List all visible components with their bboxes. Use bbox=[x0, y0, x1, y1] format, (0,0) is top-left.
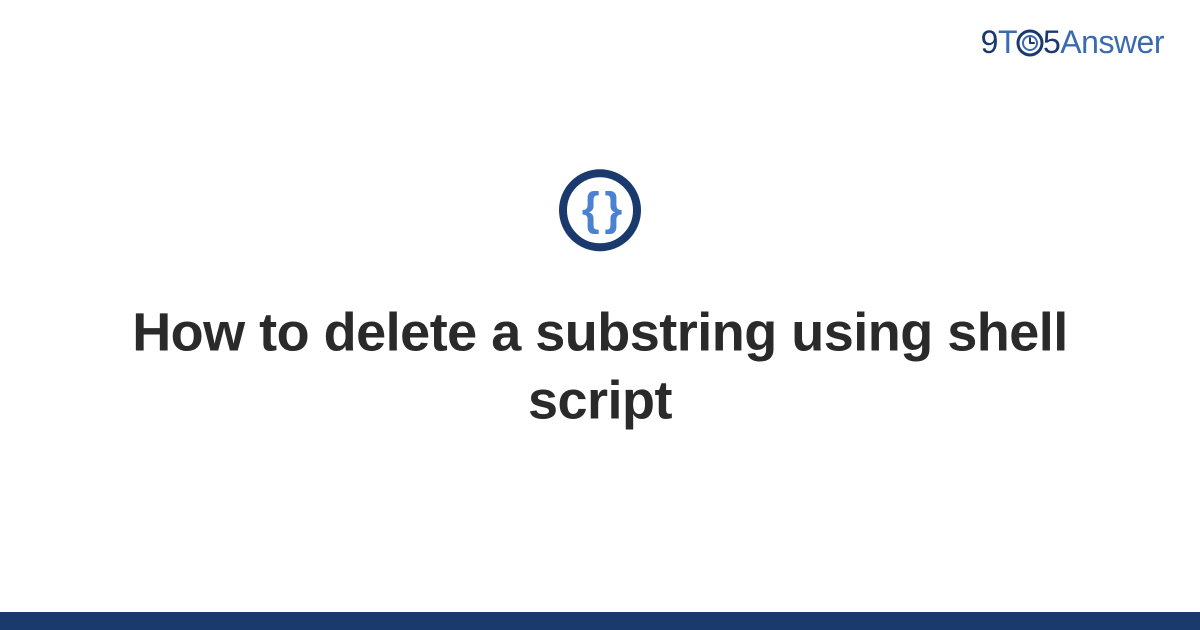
page-title: How to delete a substring using shell sc… bbox=[60, 299, 1140, 434]
main-content: { } How to delete a substring using shel… bbox=[0, 169, 1200, 434]
footer-bar bbox=[0, 612, 1200, 630]
clock-icon bbox=[1016, 29, 1044, 57]
brand-t: T bbox=[998, 24, 1017, 60]
brand-logo: 9T 5Answer bbox=[981, 24, 1164, 61]
braces-glyph: { } bbox=[582, 185, 619, 231]
brand-nine: 9 bbox=[981, 24, 998, 60]
brand-answer: Answer bbox=[1060, 24, 1164, 60]
code-braces-icon: { } bbox=[559, 169, 641, 251]
brand-five: 5 bbox=[1043, 24, 1060, 60]
